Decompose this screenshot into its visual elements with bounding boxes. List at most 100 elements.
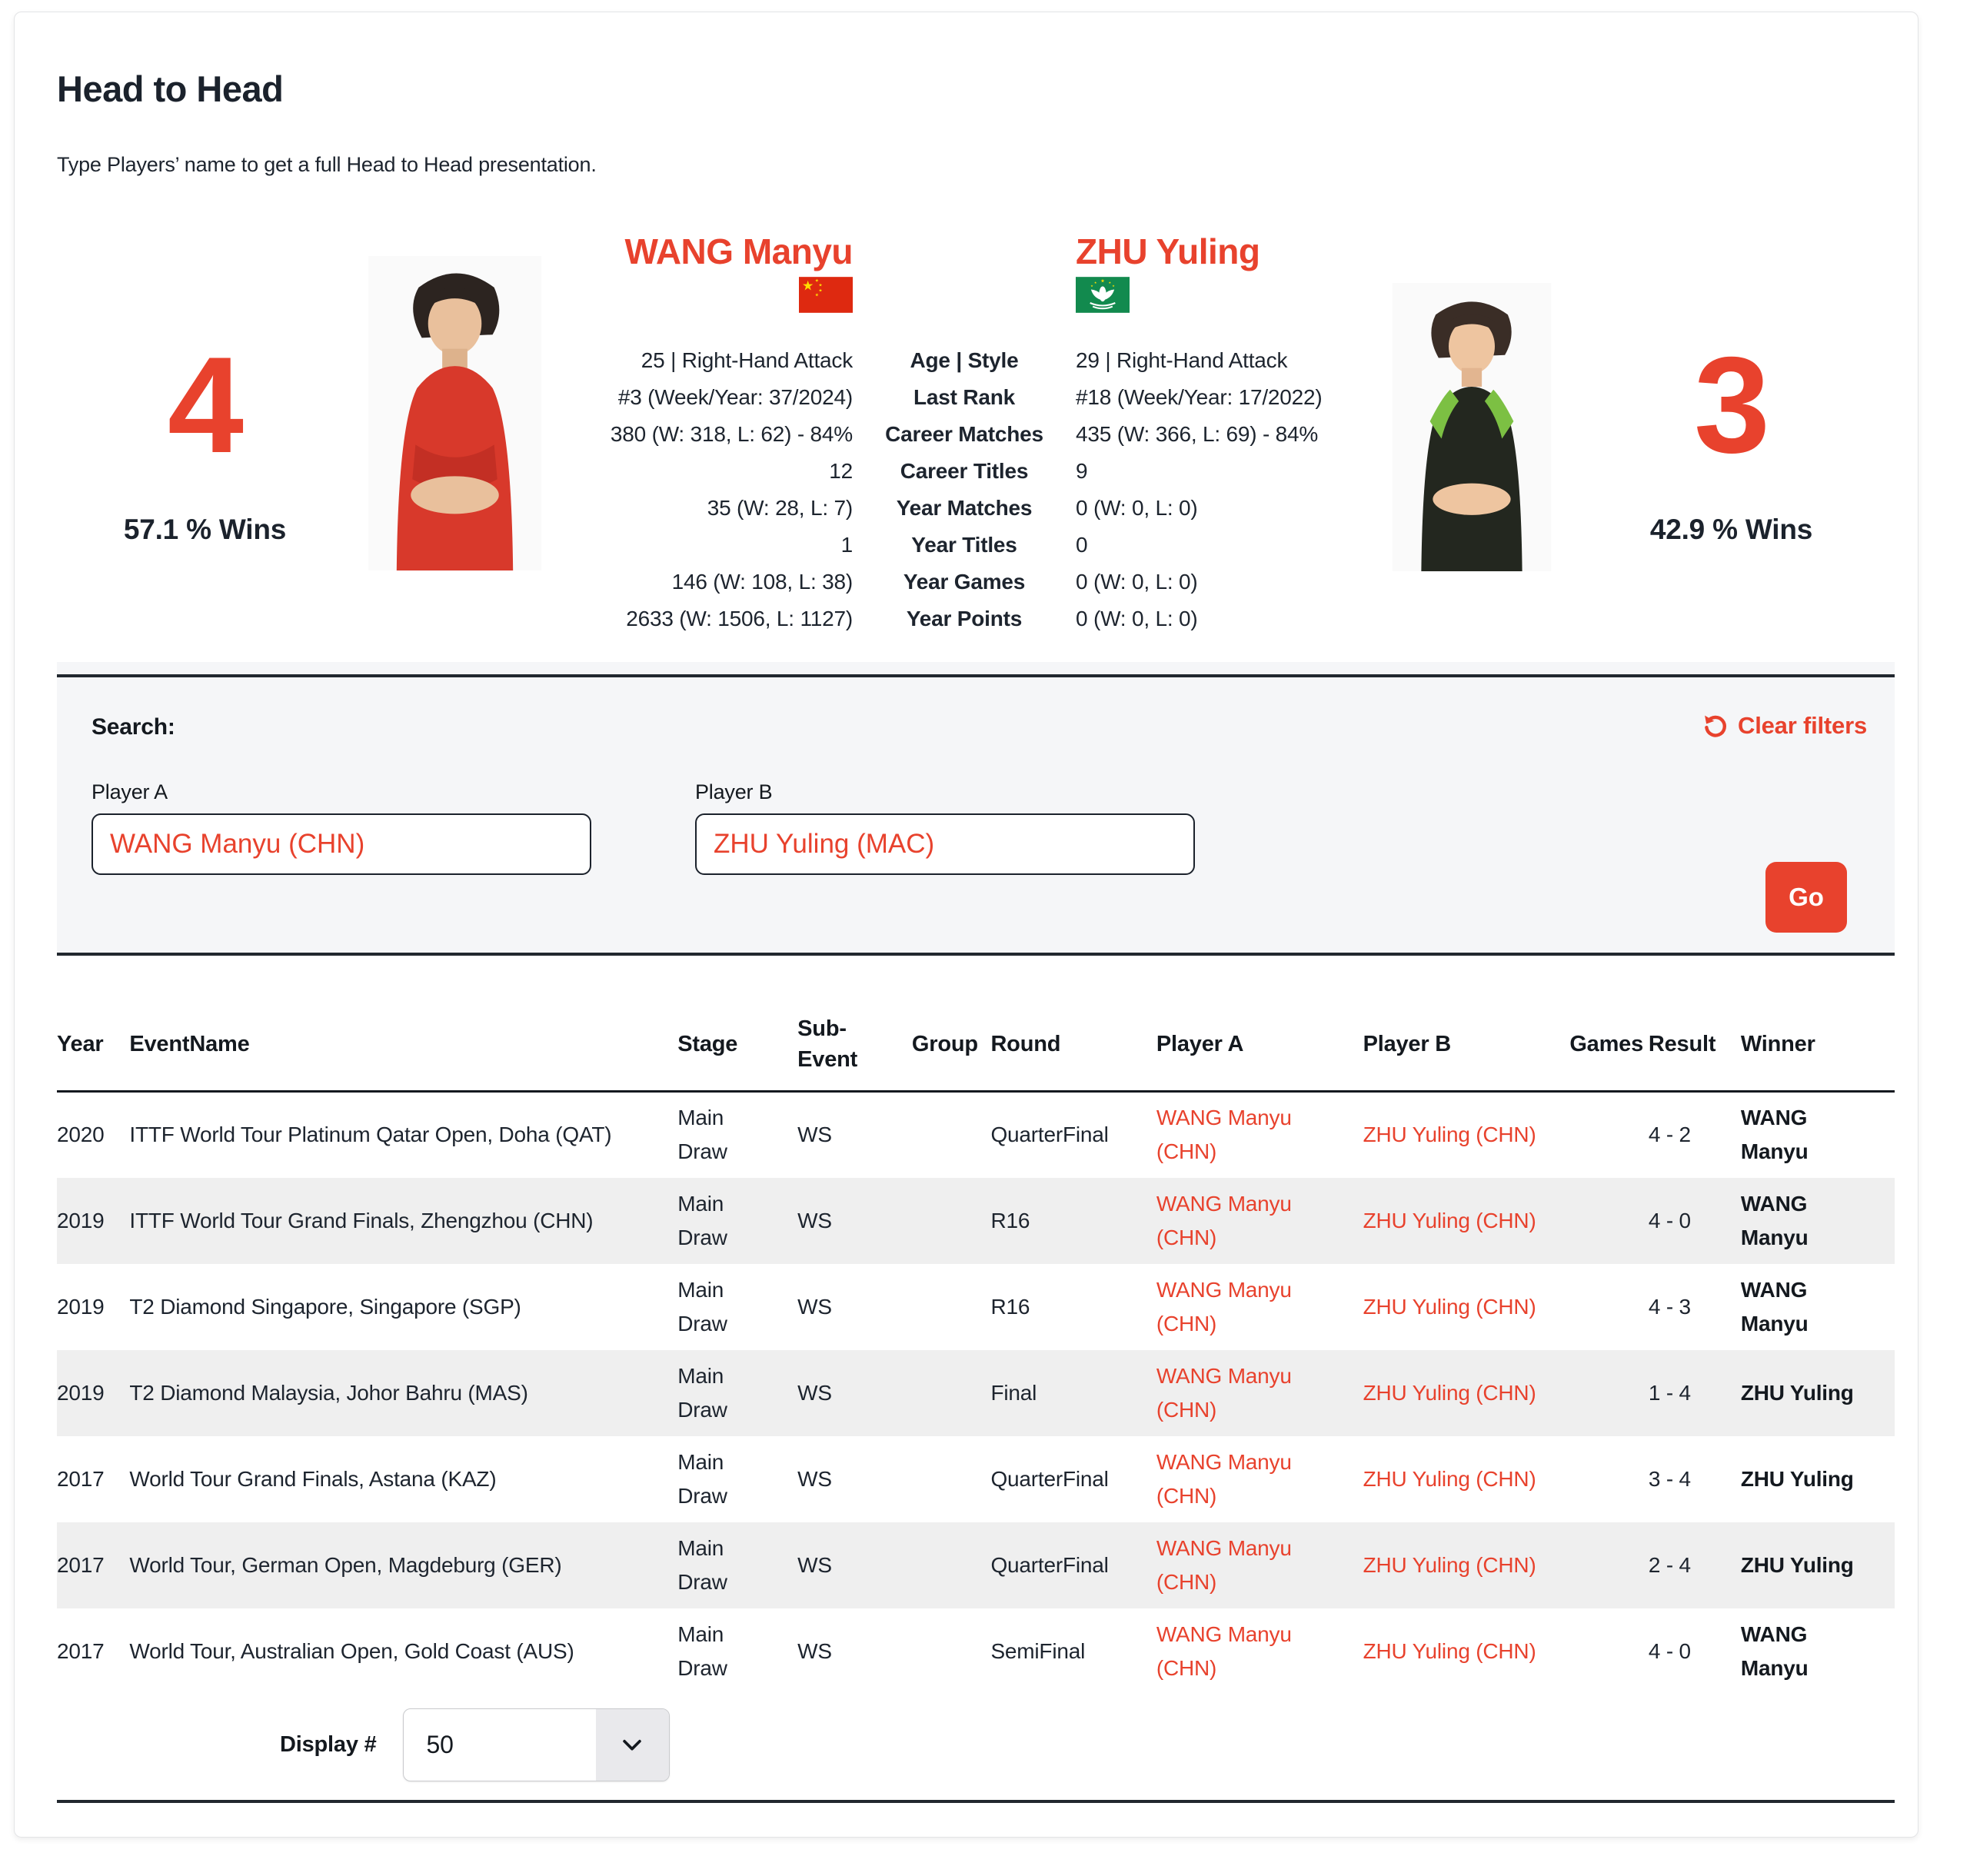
cell-player-b-link[interactable]: ZHU Yuling (CHN) <box>1363 1350 1570 1436</box>
display-count-select[interactable]: 50 <box>403 1708 670 1781</box>
cell-result: 3 - 4 <box>1649 1436 1741 1522</box>
stat-value-a: 35 (W: 28, L: 7) <box>557 490 853 527</box>
display-count-value: 50 <box>404 1709 596 1781</box>
stat-value-b: 29 | Right-Hand Attack <box>1076 342 1376 379</box>
player-a-score-block: 4 57.1 % Wins <box>57 231 353 637</box>
cell-result: 4 - 2 <box>1649 1092 1741 1178</box>
player-b-stats-column: ZHU Yuling 29 | Right-Hand Attack#18 (We… <box>1076 231 1376 637</box>
cell-group <box>912 1350 991 1436</box>
cell-stage: Main Draw <box>677 1436 797 1522</box>
stat-label: Career Titles <box>868 453 1060 490</box>
clear-filters-label: Clear filters <box>1738 712 1867 740</box>
cell-year: 2020 <box>57 1092 129 1178</box>
stat-label: Career Matches <box>868 416 1060 453</box>
search-panel: Search: Clear filters Player A Player B … <box>57 674 1895 956</box>
head-to-head-results-table: YearEventNameStageSub-EventGroupRoundPla… <box>57 998 1895 1695</box>
column-header-winner: Winner <box>1741 998 1895 1092</box>
player-a-head-to-head-score: 4 <box>57 337 353 474</box>
cell-stage: Main Draw <box>677 1092 797 1178</box>
cell-winner: ZHU Yuling <box>1741 1436 1895 1522</box>
cell-player-a-link[interactable]: WANG Manyu (CHN) <box>1156 1436 1363 1522</box>
cell-player-a-link[interactable]: WANG Manyu (CHN) <box>1156 1608 1363 1695</box>
cell-round: QuarterFinal <box>990 1436 1156 1522</box>
stat-value-a: 2633 (W: 1506, L: 1127) <box>557 600 853 637</box>
stat-label: Year Games <box>868 564 1060 600</box>
stat-value-a: #3 (Week/Year: 37/2024) <box>557 379 853 416</box>
player-b-name: ZHU Yuling <box>1076 231 1376 272</box>
player-a-photo <box>368 231 541 637</box>
cell-year: 2017 <box>57 1522 129 1608</box>
stat-label: Year Points <box>868 600 1060 637</box>
cell-games <box>1569 1264 1649 1350</box>
cell-player-b-link[interactable]: ZHU Yuling (CHN) <box>1363 1436 1570 1522</box>
cell-event-name: T2 Diamond Malaysia, Johor Bahru (MAS) <box>129 1350 677 1436</box>
cell-stage: Main Draw <box>677 1522 797 1608</box>
cell-stage: Main Draw <box>677 1350 797 1436</box>
stat-value-b: 0 (W: 0, L: 0) <box>1076 600 1376 637</box>
cell-event-name: World Tour, German Open, Magdeburg (GER) <box>129 1522 677 1608</box>
cell-group <box>912 1522 991 1608</box>
cell-player-a-link[interactable]: WANG Manyu (CHN) <box>1156 1522 1363 1608</box>
undo-icon <box>1702 713 1729 739</box>
stat-value-b: #18 (Week/Year: 17/2022) <box>1076 379 1376 416</box>
column-header-year: Year <box>57 998 129 1092</box>
stat-value-b: 0 <box>1076 527 1376 564</box>
cell-sub-event: WS <box>797 1436 912 1522</box>
player-a-field-label: Player A <box>92 780 591 804</box>
cell-player-a-link[interactable]: WANG Manyu (CHN) <box>1156 1092 1363 1178</box>
cell-sub-event: WS <box>797 1350 912 1436</box>
table-body: 2020 ITTF World Tour Platinum Qatar Open… <box>57 1092 1895 1695</box>
cell-winner: ZHU Yuling <box>1741 1350 1895 1436</box>
macau-flag-icon <box>1076 277 1376 313</box>
stat-value-b: 0 (W: 0, L: 0) <box>1076 564 1376 600</box>
cell-result: 4 - 0 <box>1649 1608 1741 1695</box>
player-a-search-input[interactable] <box>92 813 591 875</box>
cell-winner: WANG Manyu <box>1741 1608 1895 1695</box>
cell-sub-event: WS <box>797 1092 912 1178</box>
cell-event-name: T2 Diamond Singapore, Singapore (SGP) <box>129 1264 677 1350</box>
stat-value-a: 25 | Right-Hand Attack <box>557 342 853 379</box>
cell-round: R16 <box>990 1178 1156 1264</box>
cell-group <box>912 1264 991 1350</box>
cell-year: 2019 <box>57 1264 129 1350</box>
cell-event-name: ITTF World Tour Platinum Qatar Open, Doh… <box>129 1092 677 1178</box>
cell-player-b-link[interactable]: ZHU Yuling (CHN) <box>1363 1092 1570 1178</box>
column-header-player-a: Player A <box>1156 998 1363 1092</box>
match-row: 2019 T2 Diamond Malaysia, Johor Bahru (M… <box>57 1350 1895 1436</box>
go-button[interactable]: Go <box>1765 862 1847 933</box>
search-label: Search: <box>92 714 1872 740</box>
cell-player-a-link[interactable]: WANG Manyu (CHN) <box>1156 1264 1363 1350</box>
player-photo-wang <box>368 254 541 573</box>
stat-value-a: 1 <box>557 527 853 564</box>
player-b-score-block: 3 42.9 % Wins <box>1568 231 1895 637</box>
cell-round: SemiFinal <box>990 1608 1156 1695</box>
cell-year: 2019 <box>57 1178 129 1264</box>
cell-player-a-link[interactable]: WANG Manyu (CHN) <box>1156 1178 1363 1264</box>
player-b-photo <box>1391 231 1552 637</box>
stat-label: Year Titles <box>868 527 1060 564</box>
cell-games <box>1569 1178 1649 1264</box>
clear-filters-button[interactable]: Clear filters <box>1698 711 1872 740</box>
cell-games <box>1569 1522 1649 1608</box>
column-header-round: Round <box>990 998 1156 1092</box>
player-photo-zhu <box>1391 283 1552 571</box>
stat-value-a: 380 (W: 318, L: 62) - 84% <box>557 416 853 453</box>
cell-sub-event: WS <box>797 1178 912 1264</box>
stat-value-b: 435 (W: 366, L: 69) - 84% <box>1076 416 1376 453</box>
cell-player-b-link[interactable]: ZHU Yuling (CHN) <box>1363 1608 1570 1695</box>
cell-winner: ZHU Yuling <box>1741 1522 1895 1608</box>
cell-player-b-link[interactable]: ZHU Yuling (CHN) <box>1363 1178 1570 1264</box>
column-header-player-b: Player B <box>1363 998 1570 1092</box>
stat-label: Last Rank <box>868 379 1060 416</box>
stat-value-a: 146 (W: 108, L: 38) <box>557 564 853 600</box>
cell-round: Final <box>990 1350 1156 1436</box>
cell-player-a-link[interactable]: WANG Manyu (CHN) <box>1156 1350 1363 1436</box>
cell-player-b-link[interactable]: ZHU Yuling (CHN) <box>1363 1264 1570 1350</box>
player-b-search-input[interactable] <box>695 813 1195 875</box>
cell-sub-event: WS <box>797 1264 912 1350</box>
cell-player-b-link[interactable]: ZHU Yuling (CHN) <box>1363 1522 1570 1608</box>
player-a-stats-column: WANG Manyu 25 | Right-Hand Attack#3 (Wee… <box>557 231 853 637</box>
cell-year: 2019 <box>57 1350 129 1436</box>
cell-games <box>1569 1436 1649 1522</box>
stat-value-a: 12 <box>557 453 853 490</box>
